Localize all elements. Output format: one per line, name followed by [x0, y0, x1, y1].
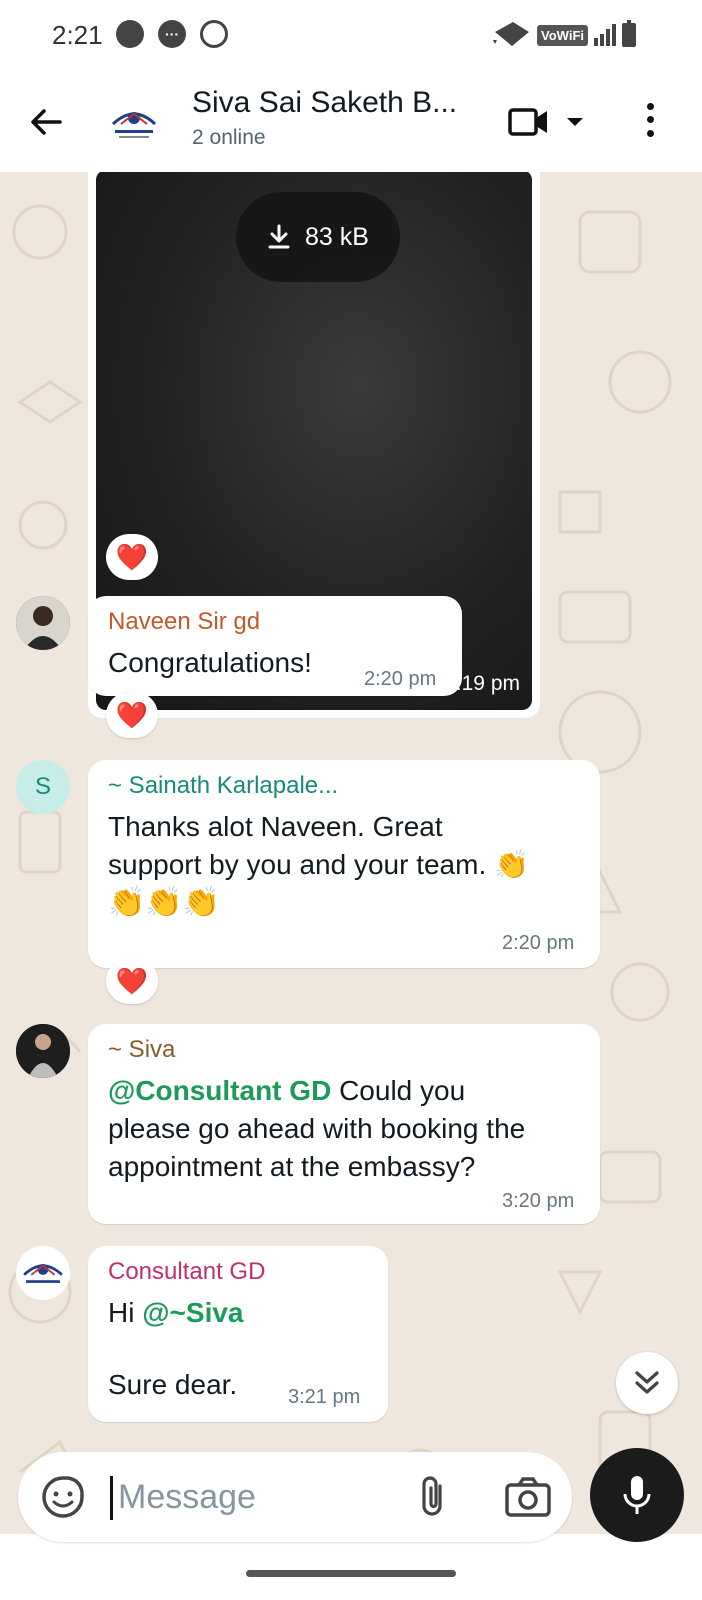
message-text-line: please go ahead with booking the	[108, 1113, 526, 1144]
sender-name: ~ Siva	[108, 1036, 176, 1063]
sender-name: Consultant GD	[108, 1258, 266, 1285]
sender-name: Naveen Sir gd	[108, 608, 261, 635]
group-logo-icon	[111, 112, 157, 138]
person-photo-icon	[16, 596, 70, 650]
clapping-emojis: 👏👏👏	[108, 886, 221, 919]
battery-icon	[622, 20, 636, 47]
message-input[interactable]	[118, 1474, 378, 1520]
message-text-line: @Consultant GD Could you	[108, 1072, 592, 1110]
chat-notification-icon: ···	[158, 20, 186, 48]
mention-link[interactable]: @Consultant GD	[108, 1075, 331, 1106]
reaction-badge[interactable]: ❤️	[106, 692, 158, 738]
back-arrow-icon[interactable]	[26, 102, 66, 142]
message-time: 2:20 pm	[502, 932, 575, 954]
group-logo-icon	[23, 1264, 63, 1283]
heart-reaction: ❤️	[115, 965, 149, 996]
message-time: 3:21 pm	[288, 1386, 361, 1408]
chat-title-block[interactable]: Siva Sai Saketh B... 2 online	[192, 86, 482, 150]
more-vertical-icon	[646, 103, 654, 111]
chat-title: Siva Sai Saketh B...	[192, 86, 458, 119]
message-time: 2:20 pm	[364, 668, 437, 690]
message-bubble[interactable]: ~ Siva @Consultant GD Could you please g…	[88, 1024, 600, 1224]
home-indicator[interactable]	[246, 1570, 456, 1577]
signal-icon	[594, 24, 616, 46]
message-text-line: Hi @~Siva	[108, 1294, 378, 1332]
double-chevron-down-icon	[635, 1371, 659, 1394]
chevron-down-icon	[567, 118, 583, 126]
message-composer	[18, 1452, 572, 1542]
attach-icon[interactable]	[414, 1474, 454, 1520]
download-icon	[268, 224, 290, 249]
more-options-button[interactable]	[640, 100, 660, 140]
avatar-letter: S	[34, 773, 51, 800]
message-bubble[interactable]: Naveen Sir gd Congratulations! 2:20 pm	[88, 596, 462, 696]
person-photo-icon	[16, 1024, 70, 1078]
status-time: 2:21	[52, 20, 103, 50]
system-icons: VoWiFi	[493, 20, 636, 48]
notification-icons: ···	[116, 20, 228, 48]
message-bubble[interactable]: ~ Sainath Karlapale... Thanks alot Navee…	[88, 760, 600, 968]
reaction-badge[interactable]: ❤️	[106, 534, 158, 580]
download-button[interactable]: 83 kB	[236, 192, 400, 282]
emoji-sticker-icon[interactable]	[40, 1474, 86, 1520]
message-bubble[interactable]: Consultant GD Hi @~Siva Sure dear. 3:21 …	[88, 1246, 388, 1422]
message-text: Congratulations!	[108, 647, 312, 678]
message-text: Could you	[331, 1075, 466, 1106]
heart-reaction: ❤️	[115, 699, 149, 730]
voice-message-button[interactable]	[590, 1448, 684, 1542]
message-text-line: support by you and your team. 👏	[108, 849, 529, 880]
browser-notification-icon	[200, 20, 228, 48]
message-text-line: appointment at the embassy?	[108, 1151, 476, 1182]
microphone-icon	[623, 1476, 651, 1514]
heart-reaction: ❤️	[115, 541, 149, 572]
vowifi-badge: VoWiFi	[537, 24, 588, 46]
status-bar: 2:21 ··· VoWiFi	[0, 0, 702, 72]
avatar-siva[interactable]	[16, 1024, 70, 1078]
video-call-icon	[508, 108, 547, 136]
avatar-sainath[interactable]: S	[16, 760, 70, 814]
group-avatar[interactable]	[106, 94, 162, 150]
wifi-icon	[493, 22, 530, 46]
chat-messages-area[interactable]: 83 kB 2:19 pm ❤️ Naveen Sir gd Congratul…	[0, 172, 702, 1534]
avatar-consultant-gd[interactable]	[16, 1246, 70, 1300]
message-text: Hi	[108, 1297, 143, 1328]
mention-link[interactable]: @~Siva	[142, 1297, 243, 1328]
text-cursor	[110, 1476, 113, 1520]
sender-name: ~ Sainath Karlapale...	[108, 772, 339, 799]
scroll-to-bottom-button[interactable]	[616, 1352, 678, 1414]
app-notification-icon	[116, 20, 144, 48]
message-text-line: Thanks alot Naveen. Great	[108, 811, 443, 842]
system-navigation-bar	[0, 1554, 702, 1600]
avatar-naveen[interactable]	[16, 596, 70, 650]
online-status: 2 online	[192, 126, 266, 149]
download-size: 83 kB	[305, 222, 369, 251]
chat-header: Siva Sai Saketh B... 2 online	[0, 72, 702, 172]
message-time: 3:20 pm	[502, 1190, 575, 1212]
video-call-button[interactable]	[508, 104, 590, 140]
camera-icon[interactable]	[504, 1476, 552, 1518]
reaction-badge[interactable]: ❤️	[106, 958, 158, 1004]
